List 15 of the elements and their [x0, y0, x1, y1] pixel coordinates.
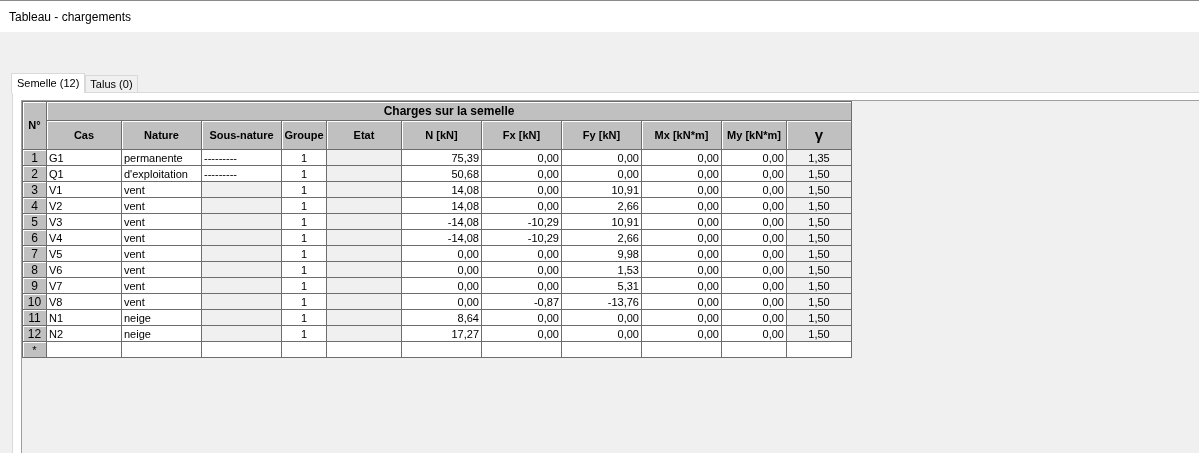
column-header: Etat — [326, 120, 402, 150]
column-header: My [kN*m] — [721, 120, 787, 150]
window-title: Tableau - chargements — [9, 8, 132, 26]
column-header: N [kN] — [401, 120, 482, 150]
tab[interactable]: Talus (0) — [85, 75, 138, 92]
column-header: γ — [786, 120, 852, 150]
column-header: Nature — [121, 120, 202, 150]
column-header: Cas — [46, 120, 122, 150]
column-header: Fx [kN] — [481, 120, 562, 150]
group-header: Charges sur la semelle — [46, 101, 852, 121]
tab[interactable]: Semelle (12) — [11, 73, 86, 93]
column-header: Mx [kN*m] — [641, 120, 722, 150]
column-header: N° — [22, 101, 47, 150]
column-header: Sous-nature — [201, 120, 282, 150]
column-header: Fy [kN] — [561, 120, 642, 150]
